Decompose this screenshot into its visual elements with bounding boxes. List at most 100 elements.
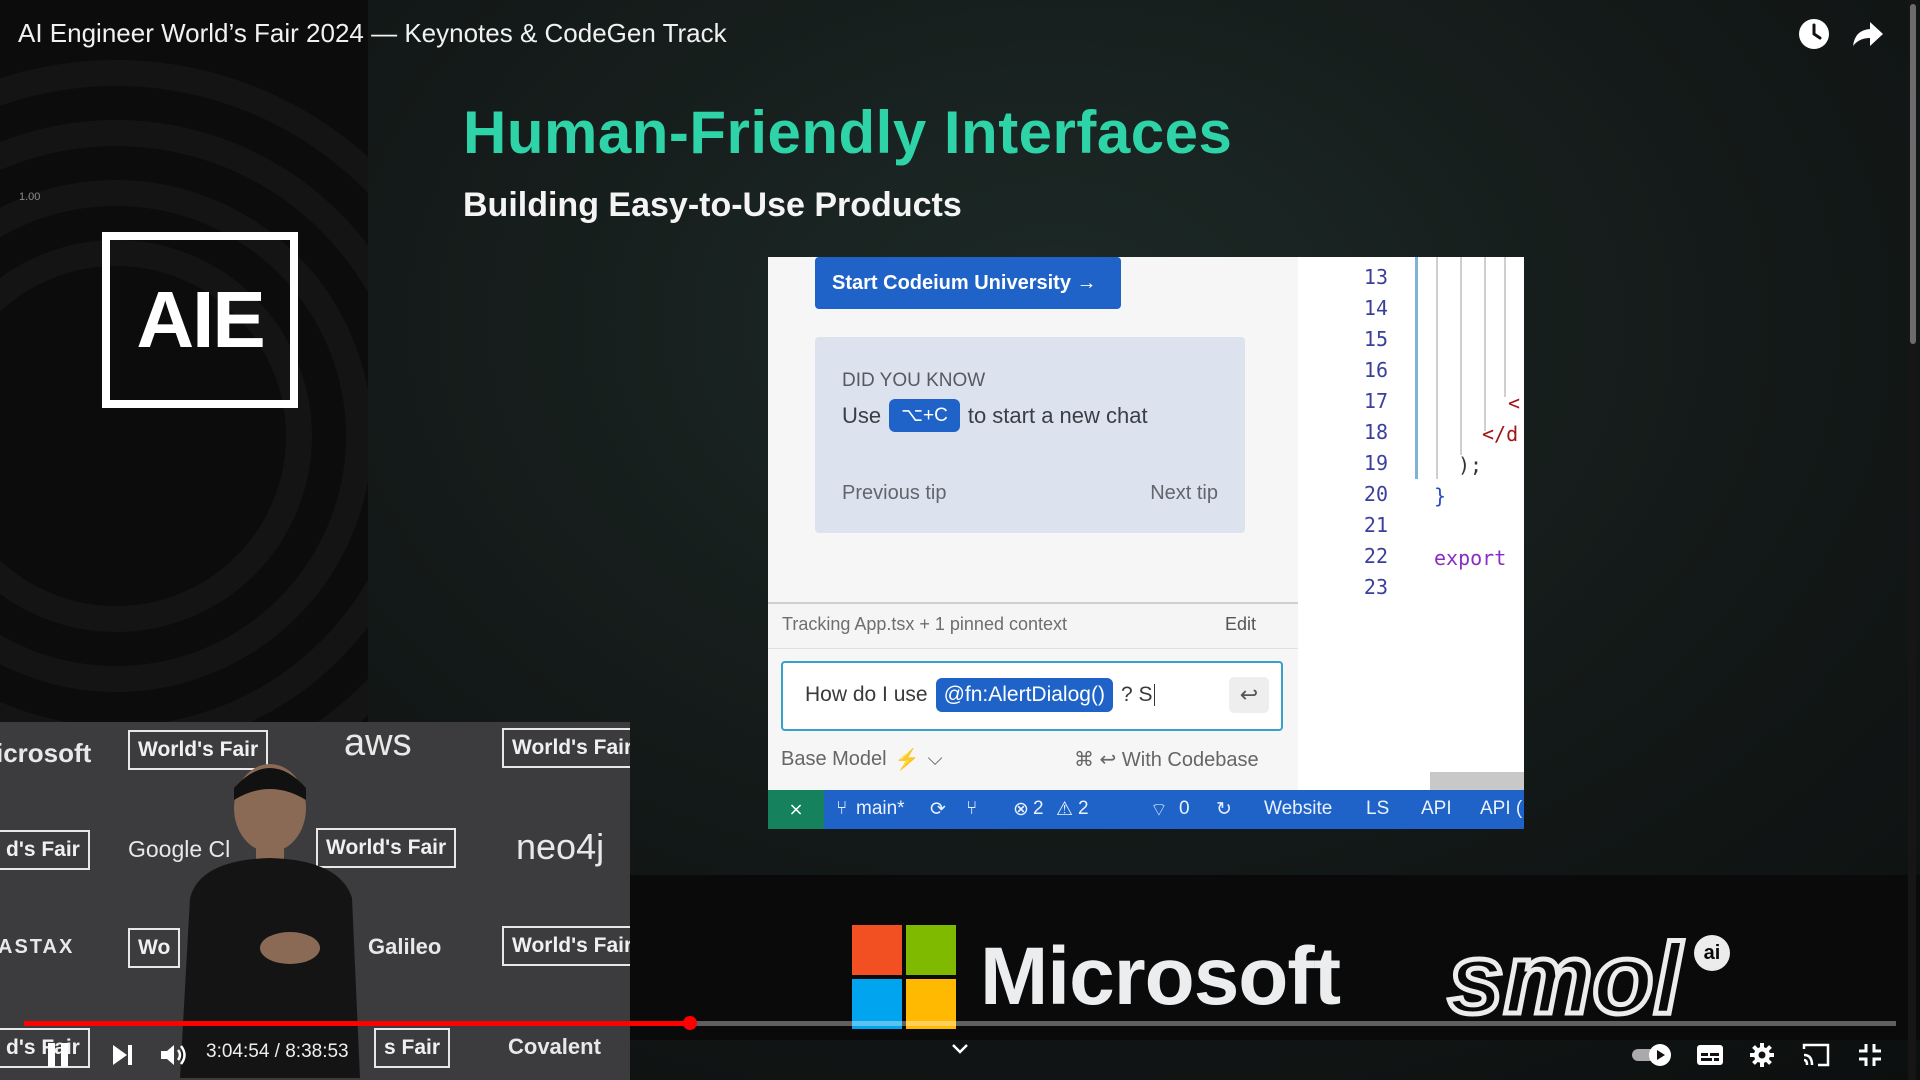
line-number: 16: [1363, 358, 1388, 382]
settings-gear-icon[interactable]: [1744, 1040, 1780, 1070]
context-edit-link[interactable]: Edit: [1225, 614, 1256, 635]
progress-scrubber[interactable]: [683, 1016, 697, 1030]
status-bar: ⨯ ⑂ main* ⟳ ⑂ ⊗ 2 ⚠ 2 ⌔ 0 ↻ Website LS A…: [768, 790, 1524, 829]
error-icon: ⊗: [1013, 799, 1029, 820]
progress-played: [24, 1021, 690, 1026]
chevron-down-icon[interactable]: [942, 1036, 978, 1062]
smol-wordmark: smol: [1445, 921, 1683, 1038]
tip-heading: DID YOU KNOW: [842, 370, 986, 391]
slide-subtitle: Building Easy-to-Use Products: [463, 186, 962, 224]
ports-count[interactable]: 0: [1179, 798, 1190, 820]
editor-scrollbar[interactable]: [1430, 772, 1524, 790]
context-bar: Tracking App.tsx + 1 pinned context Edit: [768, 602, 1298, 649]
previous-tip-link[interactable]: Previous tip: [842, 482, 947, 505]
next-tip-link[interactable]: Next tip: [1150, 482, 1218, 505]
chat-input[interactable]: How do I use @fn:AlertDialog() ? S ↩: [781, 661, 1283, 731]
next-icon[interactable]: [104, 1040, 140, 1070]
line-number: 20: [1363, 482, 1388, 506]
indent-guide: [1484, 257, 1486, 431]
chat-input-content: How do I use @fn:AlertDialog() ? S: [805, 678, 1156, 712]
smol-ai-badge: ai: [1694, 935, 1730, 971]
line-number: 14: [1363, 296, 1388, 320]
microsoft-wordmark: Microsoft: [980, 931, 1341, 1022]
speaker-figure: [180, 764, 360, 1078]
branch-name[interactable]: main*: [856, 798, 905, 820]
line-number: 13: [1363, 265, 1388, 289]
bolt-icon: ⚡: [894, 749, 920, 771]
status-ls[interactable]: LS: [1366, 798, 1389, 820]
slide-title: Human-Friendly Interfaces: [463, 99, 1233, 166]
page-scrollbar-thumb[interactable]: [1910, 4, 1916, 344]
microsoft-logo: [852, 925, 956, 1029]
tip-card: DID YOU KNOW Use ⌥+C to start a new chat…: [815, 337, 1245, 533]
indent-guide: [1436, 257, 1438, 479]
code-fragment: export: [1434, 546, 1507, 570]
backdrop-logo: World's Fair: [502, 728, 630, 768]
context-text: Tracking App.tsx + 1 pinned context: [782, 614, 1068, 634]
backdrop-logo: World's Fair: [502, 926, 630, 966]
time-display: 3:04:54 / 8:38:53: [206, 1041, 349, 1062]
line-number: 19: [1363, 451, 1388, 475]
code-fragment: <: [1508, 391, 1521, 415]
indent-guide: [1460, 257, 1462, 455]
model-selector[interactable]: Base Model ⚡ ⌵: [781, 747, 943, 772]
video-frame[interactable]: 1.00 AIE Human-Friendly Interfaces Build…: [0, 0, 1920, 1080]
code-fragment: }: [1434, 484, 1447, 508]
chevron-down-icon: ⌵: [927, 748, 943, 770]
input-suffix: ? S: [1120, 683, 1153, 706]
code-fragment: );: [1458, 453, 1483, 477]
model-label: Base Model: [781, 748, 887, 770]
aie-logo: AIE: [102, 232, 298, 408]
pause-icon[interactable]: [40, 1040, 76, 1070]
subtitles-icon[interactable]: [1692, 1040, 1728, 1070]
status-website[interactable]: Website: [1264, 798, 1332, 820]
volume-icon[interactable]: [156, 1040, 192, 1070]
line-number: 23: [1363, 575, 1388, 599]
branch-icon: ⑂: [836, 798, 848, 819]
backdrop-sponsor: Covalent: [508, 1034, 601, 1059]
input-prefix: How do I use: [805, 683, 928, 706]
line-number: 17: [1363, 389, 1388, 413]
status-api-2[interactable]: API (: [1480, 798, 1522, 820]
line-number: 21: [1363, 513, 1388, 537]
broadcast-icon: ⌔: [1150, 800, 1168, 821]
cast-icon[interactable]: [1798, 1040, 1834, 1070]
tip-prefix: Use: [842, 402, 882, 428]
line-number: 22: [1363, 544, 1388, 568]
remote-icon[interactable]: ⨯: [768, 790, 824, 829]
backdrop-sponsor: neo4j: [516, 826, 605, 867]
backdrop-sponsor: icrosoft: [0, 738, 92, 768]
tip-text: Use ⌥+C to start a new chat: [842, 399, 1148, 432]
line-number: 15: [1363, 327, 1388, 351]
start-university-button[interactable]: Start Codeium University →: [815, 257, 1121, 309]
warning-count[interactable]: 2: [1078, 798, 1089, 820]
backdrop-logo: s Fair: [374, 1028, 451, 1068]
send-button[interactable]: ↩: [1229, 677, 1269, 713]
warning-icon: ⚠: [1056, 799, 1074, 820]
function-mention-chip[interactable]: @fn:AlertDialog(): [935, 678, 1113, 712]
error-count[interactable]: 2: [1033, 798, 1044, 820]
backdrop-sponsor: Galileo: [368, 934, 442, 959]
status-api[interactable]: API: [1421, 798, 1452, 820]
watch-later-icon[interactable]: [1796, 16, 1832, 52]
playback-rate-label: 1.00: [19, 191, 41, 203]
video-title[interactable]: AI Engineer World’s Fair 2024 — Keynotes…: [18, 18, 727, 49]
shortcut-badge: ⌥+C: [889, 399, 960, 432]
line-number: 18: [1363, 420, 1388, 444]
backdrop-sponsor: ASTAX: [0, 936, 75, 958]
with-codebase-button[interactable]: ⌘ ↩ With Codebase: [1074, 747, 1259, 772]
chat-pane: Start Codeium University → DID YOU KNOW …: [768, 257, 1298, 790]
indent-guide: [1415, 257, 1418, 479]
exit-fullscreen-icon[interactable]: [1852, 1040, 1888, 1070]
autoplay-toggle[interactable]: [1630, 1040, 1674, 1070]
editor-screenshot: Start Codeium University → DID YOU KNOW …: [768, 257, 1524, 829]
git-graph-icon[interactable]: ⑂: [966, 798, 977, 820]
code-fragment: </d: [1482, 422, 1519, 446]
indent-guide: [1504, 257, 1506, 397]
share-icon[interactable]: [1850, 16, 1886, 52]
text-cursor: [1154, 684, 1156, 706]
code-editor-pane: 13 14 15 16 17 18 19 20 21 22 23 < </d ); } export: [1298, 257, 1524, 790]
sync-icon[interactable]: ⟳: [930, 798, 946, 821]
refresh-icon[interactable]: ↻: [1216, 798, 1232, 821]
tip-suffix: to start a new chat: [967, 402, 1148, 428]
